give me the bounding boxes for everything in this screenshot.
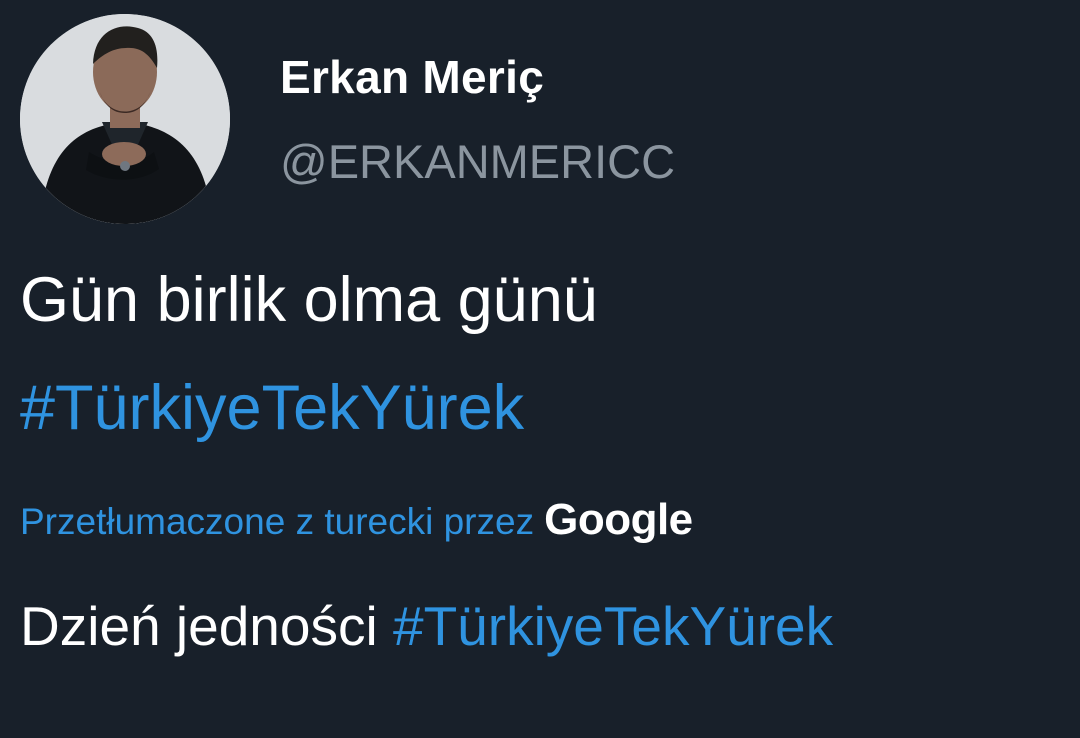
tweet-text-line: Gün birlik olma günü <box>20 265 598 335</box>
translated-hashtag-link[interactable]: #TürkiyeTekYürek <box>393 595 833 657</box>
avatar[interactable] <box>20 14 230 224</box>
translation-notice[interactable]: Przetłumaczone z turecki przez Google <box>20 492 693 550</box>
translated-text-line: Dzień jedności <box>20 595 378 657</box>
tweet-card: Erkan Meriç @ERKANMERICC Gün birlik olma… <box>0 0 1080 738</box>
translated-text: Dzień jedności #TürkiyeTekYürek <box>20 588 833 664</box>
author-handle[interactable]: @ERKANMERICC <box>280 134 675 189</box>
google-logo: Google <box>544 495 693 544</box>
tweet-hashtag-link[interactable]: #TürkiyeTekYürek <box>20 354 598 462</box>
translation-note-text: Przetłumaczone z turecki przez <box>20 501 535 542</box>
profile-photo-image <box>20 14 230 224</box>
tweet-body: Gün birlik olma günü #TürkiyeTekYürek <box>20 246 598 462</box>
author-display-name[interactable]: Erkan Meriç <box>280 50 544 104</box>
